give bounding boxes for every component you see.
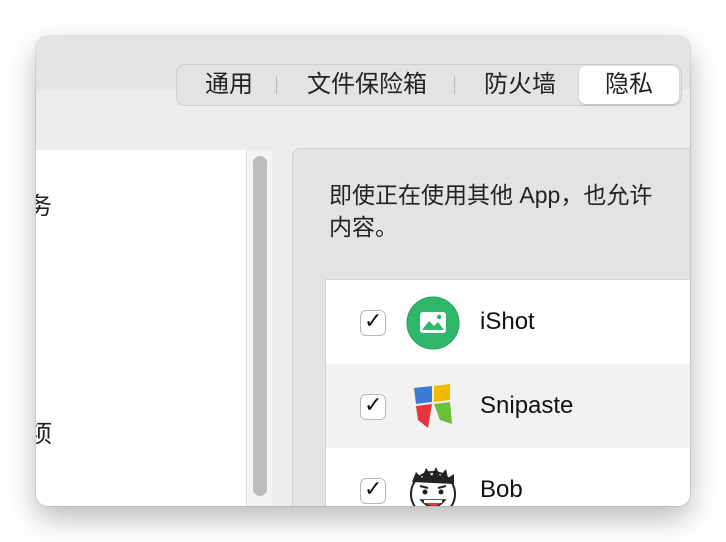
description-line: 内容。	[329, 214, 398, 240]
checkmark-icon: ✓	[364, 476, 383, 501]
sidebar-item-label[interactable]: 务	[36, 186, 52, 221]
app-checkbox[interactable]: ✓	[360, 476, 386, 504]
checkmark-icon: ✓	[364, 392, 383, 417]
preferences-window: 通用 文件保险箱 防火墙 隐私 务 项 即使正在使用其他 App，也允许 内容。…	[36, 36, 690, 506]
tab-bar: 通用 文件保险箱 防火墙 隐私	[176, 64, 682, 106]
checkmark-icon: ✓	[364, 308, 383, 333]
description-line: 即使正在使用其他 App，也允许	[329, 182, 653, 208]
app-checkbox[interactable]: ✓	[360, 308, 386, 336]
privacy-detail-panel: 即使正在使用其他 App，也允许 内容。 ✓ iShot ✓ Snipaste …	[292, 148, 690, 506]
app-name: iShot	[480, 308, 535, 335]
tab-separator	[276, 76, 277, 94]
app-name: Snipaste	[480, 392, 574, 419]
sidebar-item-label[interactable]: 项	[36, 414, 52, 449]
scrollbar-thumb[interactable]	[253, 156, 267, 496]
app-name: Bob	[480, 476, 523, 503]
tab-privacy[interactable]: 隐私	[579, 66, 679, 104]
privacy-description: 即使正在使用其他 App，也允许 内容。	[329, 179, 652, 243]
tab-separator	[454, 76, 455, 94]
bob-icon	[410, 467, 456, 506]
privacy-category-list[interactable]: 务 项	[36, 150, 246, 506]
list-item[interactable]: ✓ Bob	[326, 448, 690, 506]
tab-firewall[interactable]: 防火墙	[467, 65, 573, 105]
sidebar-scrollbar[interactable]	[246, 150, 272, 506]
list-item[interactable]: ✓ iShot	[326, 280, 690, 364]
tab-filevault[interactable]: 文件保险箱	[287, 65, 447, 105]
app-list[interactable]: ✓ iShot ✓ Snipaste ✓ Bob	[325, 279, 690, 506]
snipaste-icon	[414, 384, 452, 428]
ishot-icon	[406, 296, 460, 350]
app-checkbox[interactable]: ✓	[360, 392, 386, 420]
tab-general[interactable]: 通用	[193, 65, 265, 105]
list-item[interactable]: ✓ Snipaste	[326, 364, 690, 448]
